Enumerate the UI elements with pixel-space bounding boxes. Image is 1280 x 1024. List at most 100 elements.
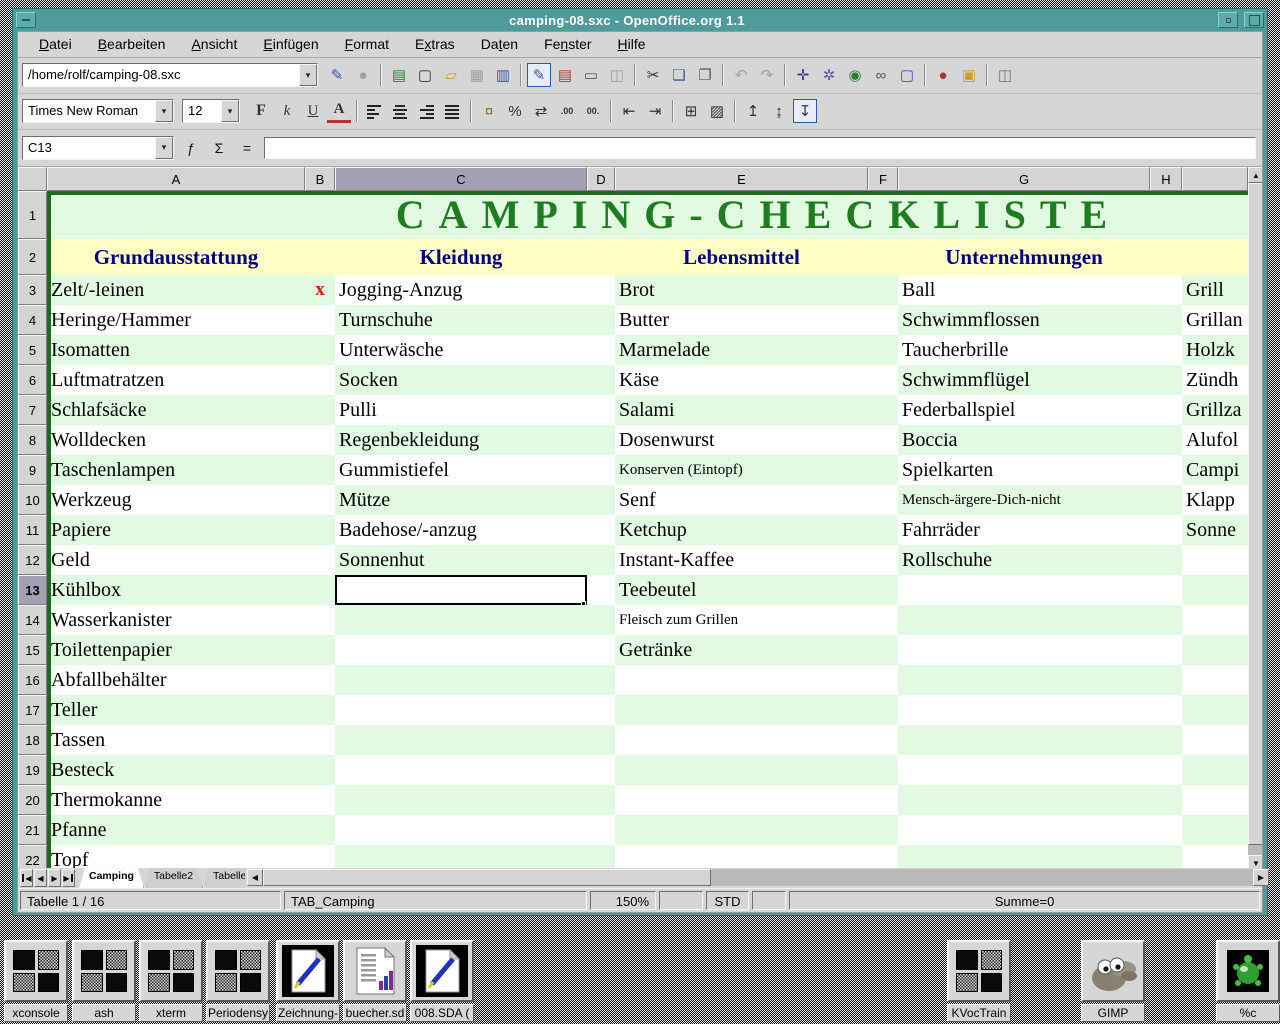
cell-A16[interactable]: Abfallbehälter [51,665,303,695]
borders-icon[interactable]: ⊞ [679,99,703,123]
cell-G11[interactable]: Fahrräder [902,515,1148,545]
align-center-icon[interactable] [389,99,413,123]
cell-C5[interactable]: Unterwäsche [339,335,585,365]
cell-reference-box[interactable]: C13 ▾ [22,136,174,160]
cell-A8[interactable]: Wolldecken [51,425,303,455]
cell-C9[interactable]: Gummistiefel [339,455,585,485]
align-bottom-icon[interactable]: ↧ [793,99,817,123]
cell-A15[interactable]: Toilettenpapier [51,635,303,665]
cell-reference-value[interactable]: C13 [23,137,155,159]
open-file-icon[interactable]: ▱ [439,63,463,87]
align-top-icon[interactable]: ↥ [741,99,765,123]
row-header-12[interactable]: 12 [18,545,47,575]
row-header-21[interactable]: 21 [18,815,47,845]
desktop-icon-periodensy[interactable]: Periodensy [206,940,270,1022]
cell-A19[interactable]: Besteck [51,755,303,785]
cell-G6[interactable]: Schwimmflügel [902,365,1148,395]
select-all-corner[interactable] [18,167,47,191]
cell-A9[interactable]: Taschenlampen [51,455,303,485]
export-pdf-icon[interactable]: ▤ [553,63,577,87]
spreadsheet-grid[interactable]: ABCDEFGH12345678910111213141516171819202… [18,167,1262,868]
desktop-icon-gimp[interactable]: GIMP [1081,940,1145,1022]
new-document-icon[interactable]: ▢ [413,63,437,87]
navigator-icon[interactable]: ✛ [791,63,815,87]
cell-A13[interactable]: Kühlbox [51,575,303,605]
desktop-icon-008sda[interactable]: 008.SDA ( [410,940,474,1022]
copy-icon[interactable]: ❏ [667,63,691,87]
bold-icon[interactable]: F [249,99,273,123]
cell-E4[interactable]: Butter [619,305,866,335]
menu-daten[interactable]: Daten [470,33,529,55]
standard-format-icon[interactable]: ⇄ [529,99,553,123]
cell-A22[interactable]: Topf [51,845,303,868]
row-header-8[interactable]: 8 [18,425,47,455]
cell-E14[interactable]: Fleisch zum Grillen [619,605,866,635]
column-header-E[interactable]: E [615,167,868,191]
cell-reference-dropdown[interactable]: ▾ [155,137,173,159]
align-center-vertical-icon[interactable]: ↨ [767,99,791,123]
document-url-value[interactable]: /home/rolf/camping-08.sxc [23,64,299,86]
row-header-15[interactable]: 15 [18,635,47,665]
menu-bearbeiten[interactable]: Bearbeiten [87,33,177,55]
row-header-1[interactable]: 1 [18,191,47,239]
cell-E12[interactable]: Instant-Kaffee [619,545,866,575]
edit-mode-icon[interactable]: ✎ [527,63,551,87]
row-header-16[interactable]: 16 [18,665,47,695]
row-header-7[interactable]: 7 [18,395,47,425]
cell-C7[interactable]: Pulli [339,395,585,425]
new-from-template-icon[interactable]: ▤ [387,63,411,87]
window-menu-button[interactable] [16,12,36,28]
row-header-2[interactable]: 2 [18,239,47,275]
row-header-11[interactable]: 11 [18,515,47,545]
row-header-19[interactable]: 19 [18,755,47,785]
status-selection-mode[interactable]: STD [706,891,749,910]
zoom-screen-icon[interactable]: ▢ [895,63,919,87]
cell-G7[interactable]: Federballspiel [902,395,1148,425]
gallery-icon[interactable]: ▣ [957,63,981,87]
cell-E3[interactable]: Brot [619,275,866,305]
cell-A10[interactable]: Werkzeug [51,485,303,515]
titlebar[interactable]: camping-08.sxc - OpenOffice.org 1.1 [13,9,1267,31]
cell-C4[interactable]: Turnschuhe [339,305,585,335]
equals-icon[interactable]: = [234,137,260,159]
maximize-button[interactable] [1244,12,1264,28]
scroll-up-button[interactable]: ▲ [1248,167,1262,183]
row-header-10[interactable]: 10 [18,485,47,515]
column-header-A[interactable]: A [47,167,305,191]
cell-A14[interactable]: Wasserkanister [51,605,303,635]
cell-E7[interactable]: Salami [619,395,866,425]
horizontal-scroll-thumb[interactable] [263,869,711,886]
tab-last-button[interactable]: ▶ [62,869,75,887]
menu-extras[interactable]: Extras [404,33,466,55]
cell-B3-mark[interactable]: x [305,275,335,305]
save-all-icon[interactable]: ▥ [491,63,515,87]
sheet-tab-tabelle2[interactable]: Tabelle2 [144,868,203,888]
font-name-value[interactable]: Times New Roman [23,100,155,122]
menu-hilfe[interactable]: Hilfe [607,33,657,55]
column-header-G[interactable]: G [898,167,1150,191]
cell-A5[interactable]: Isomatten [51,335,303,365]
cell-A7[interactable]: Schlafsäcke [51,395,303,425]
cell-I11[interactable]: Sonne [1186,515,1248,545]
cell-A18[interactable]: Tassen [51,725,303,755]
row-header-6[interactable]: 6 [18,365,47,395]
cell-A12[interactable]: Geld [51,545,303,575]
sum-icon[interactable]: Σ [206,137,232,159]
tab-previous-button[interactable]: ◀ [34,869,47,887]
font-size-combobox[interactable]: 12 ▾ [182,99,240,123]
add-decimal-icon[interactable]: .00 [555,99,579,123]
cell-A17[interactable]: Teller [51,695,303,725]
cell-I10[interactable]: Klapp [1186,485,1248,515]
underline-icon[interactable]: U [301,99,325,123]
cell-I9[interactable]: Campi [1186,455,1248,485]
align-left-icon[interactable] [363,99,387,123]
cell-A3[interactable]: Zelt/-leinen [51,275,303,305]
row-header-4[interactable]: 4 [18,305,47,335]
increase-indent-icon[interactable]: ⇥ [643,99,667,123]
menu-einfgen[interactable]: Einfügen [252,33,329,55]
cell-C12[interactable]: Sonnenhut [339,545,585,575]
column-header-D[interactable]: D [587,167,615,191]
menu-fenster[interactable]: Fenster [533,33,602,55]
align-justify-icon[interactable] [441,99,465,123]
cell-I8[interactable]: Alufol [1186,425,1248,455]
